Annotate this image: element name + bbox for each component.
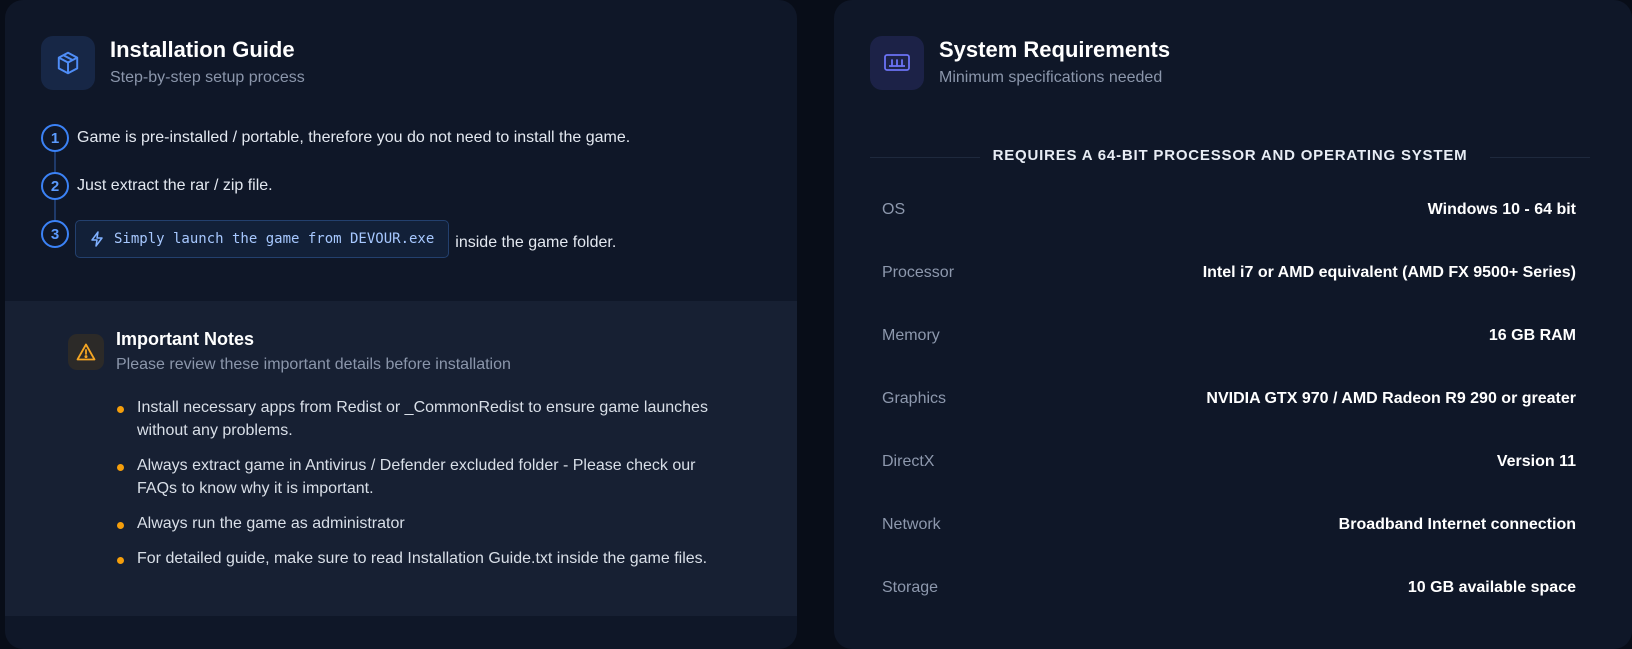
requirements-table: OS Windows 10 - 64 bit Processor Intel i…	[882, 178, 1576, 619]
req-value: Windows 10 - 64 bit	[1427, 200, 1576, 218]
notes-list: Install necessary apps from Redist or _C…	[117, 396, 737, 582]
list-item: Install necessary apps from Redist or _C…	[117, 396, 737, 442]
req-label: Network	[882, 515, 941, 533]
req-label: OS	[882, 200, 906, 218]
important-notes-title: Important Notes	[116, 329, 255, 349]
list-item: For detailed guide, make sure to read In…	[117, 547, 737, 570]
step-text: inside the game folder.	[455, 234, 617, 251]
req-value: Intel i7 or AMD equivalent (AMD FX 9500+…	[1202, 263, 1576, 281]
table-row: DirectX Version 11	[882, 430, 1576, 493]
list-item: Always extract game in Antivirus / Defen…	[117, 454, 737, 500]
installation-guide-card: Installation Guide Step-by-step setup pr…	[5, 0, 797, 649]
system-requirements-subtitle: Minimum specifications needed	[939, 69, 1163, 86]
step-number: 2	[41, 172, 69, 200]
installation-guide-title: Installation Guide	[110, 37, 295, 62]
req-value: Version 11	[1496, 452, 1576, 470]
table-row: Network Broadband Internet connection	[882, 493, 1576, 556]
table-row: Storage 10 GB available space	[882, 556, 1576, 619]
req-value: NVIDIA GTX 970 / AMD Radeon R9 290 or gr…	[1206, 389, 1576, 407]
launch-command-chip[interactable]: Simply launch the game from DEVOUR.exe	[75, 220, 450, 258]
launch-command-text: Simply launch the game from DEVOUR.exe	[114, 231, 435, 247]
req-label: Processor	[882, 263, 955, 281]
req-label: Graphics	[882, 389, 947, 407]
table-row: Processor Intel i7 or AMD equivalent (AM…	[882, 241, 1576, 304]
list-item: Always run the game as administrator	[117, 512, 737, 535]
step-text: Just extract the rar / zip file.	[77, 177, 273, 194]
req-label: Memory	[882, 326, 940, 344]
important-notes-subtitle: Please review these important details be…	[116, 356, 511, 373]
system-requirements-card: System Requirements Minimum specificatio…	[834, 0, 1632, 649]
note-text: Always run the game as administrator	[137, 515, 405, 532]
note-text: Always extract game in Antivirus / Defen…	[137, 457, 696, 497]
step-3: 3 Simply launch the game from DEVOUR.exe…	[41, 220, 616, 258]
note-text: For detailed guide, make sure to read In…	[137, 550, 708, 567]
bullet-dot	[117, 464, 124, 471]
req-label: Storage	[882, 578, 939, 596]
req-value: 16 GB RAM	[1488, 326, 1576, 344]
lightning-icon	[91, 231, 103, 247]
monitor-chart-icon	[870, 36, 924, 90]
table-row: Memory 16 GB RAM	[882, 304, 1576, 367]
step-1: 1 Game is pre-installed / portable, ther…	[41, 124, 630, 152]
step-text: Game is pre-installed / portable, theref…	[77, 129, 631, 146]
important-notes-section: Important Notes Please review these impo…	[5, 301, 797, 616]
installation-guide-header: Installation Guide Step-by-step setup pr…	[41, 36, 305, 90]
bullet-dot	[117, 557, 124, 564]
bullet-dot	[117, 522, 124, 529]
page: Installation Guide Step-by-step setup pr…	[0, 0, 1632, 649]
requirements-banner: REQUIRES A 64-BIT PROCESSOR AND OPERATIN…	[870, 145, 1590, 169]
bullet-dot	[117, 406, 124, 413]
req-value: 10 GB available space	[1407, 578, 1576, 596]
step-number: 1	[41, 124, 69, 152]
note-text: Install necessary apps from Redist or _C…	[137, 399, 708, 439]
installation-guide-subtitle: Step-by-step setup process	[110, 69, 305, 86]
step-2: 2 Just extract the rar / zip file.	[41, 172, 273, 200]
step-number: 3	[41, 220, 69, 248]
req-value: Broadband Internet connection	[1338, 515, 1576, 533]
warning-triangle-icon	[68, 334, 104, 370]
system-requirements-title: System Requirements	[939, 37, 1171, 62]
system-requirements-header: System Requirements Minimum specificatio…	[870, 36, 1170, 90]
table-row: Graphics NVIDIA GTX 970 / AMD Radeon R9 …	[882, 367, 1576, 430]
requirements-banner-text: REQUIRES A 64-BIT PROCESSOR AND OPERATIN…	[992, 147, 1468, 164]
cube-icon	[41, 36, 95, 90]
table-row: OS Windows 10 - 64 bit	[882, 178, 1576, 241]
important-notes-header: Important Notes Please review these impo…	[68, 328, 511, 374]
req-label: DirectX	[882, 452, 935, 470]
